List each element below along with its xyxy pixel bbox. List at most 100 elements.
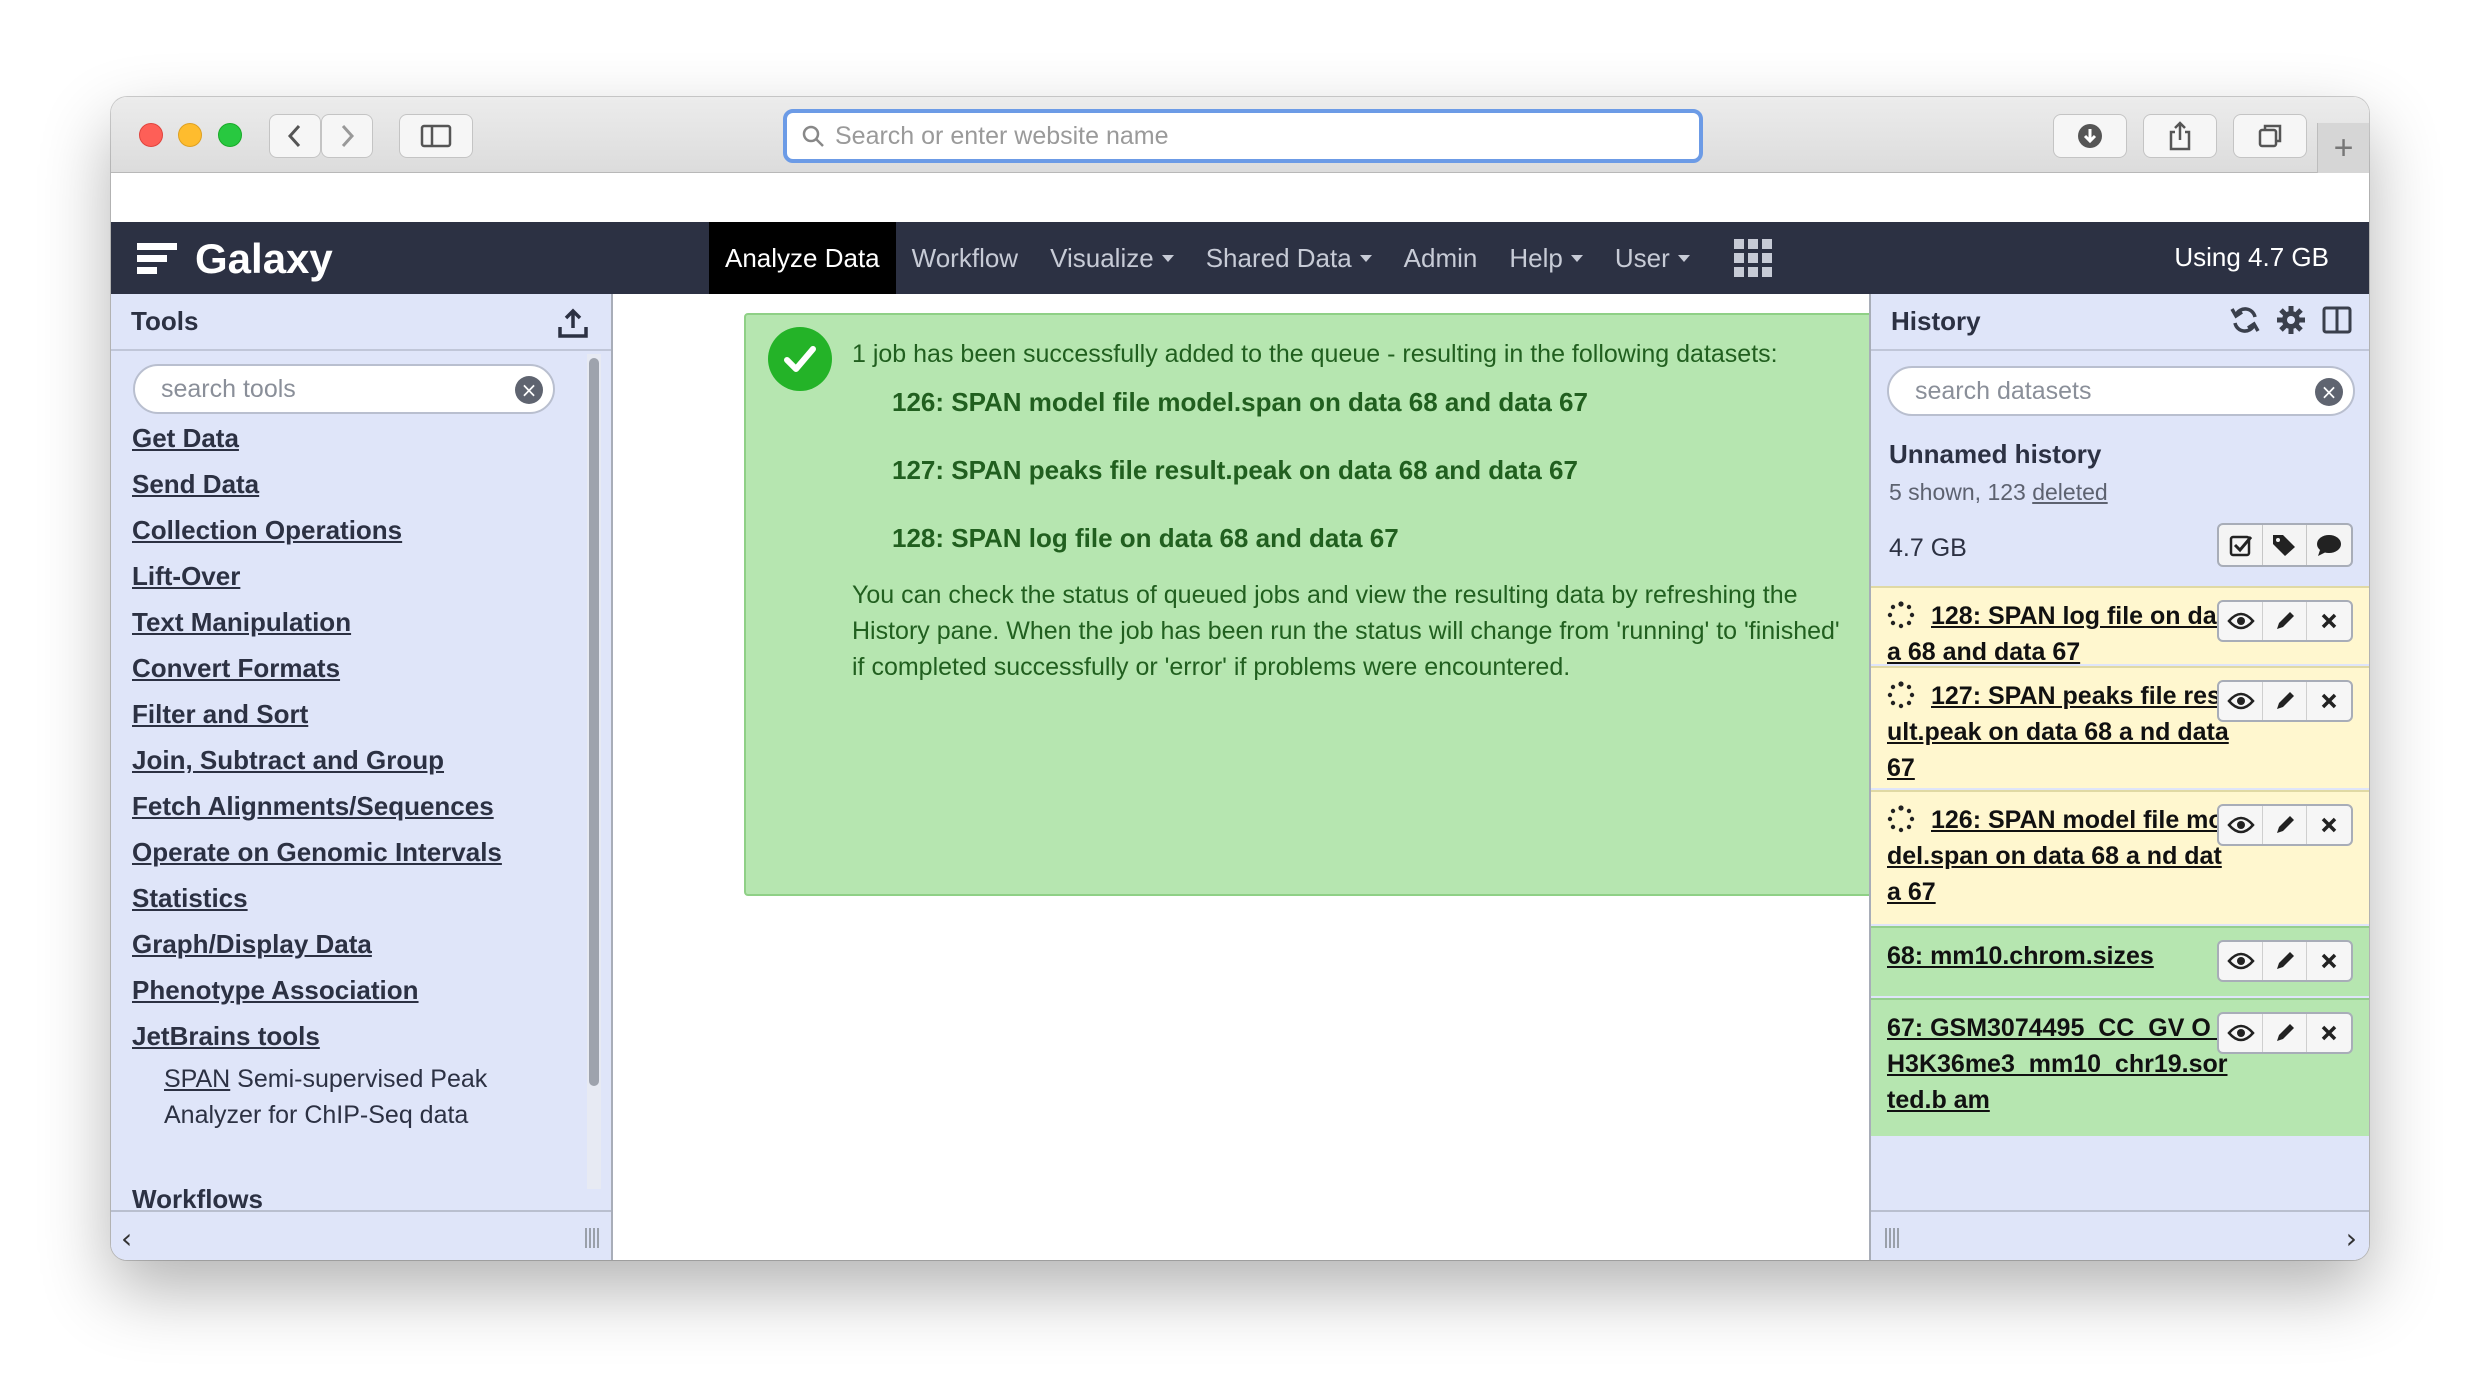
tool-section-join-subtract-group[interactable]: Join, Subtract and Group	[132, 737, 592, 783]
close-icon[interactable]	[2307, 682, 2351, 720]
scrollbar-thumb[interactable]	[589, 358, 599, 1086]
nav-visualize[interactable]: Visualize	[1034, 222, 1190, 294]
history-actions	[2217, 523, 2353, 567]
tags-button[interactable]	[2263, 525, 2307, 565]
tool-section-fetch-alignments[interactable]: Fetch Alignments/Sequences	[132, 783, 592, 829]
success-message: 1 job has been successfully added to the…	[744, 313, 1957, 896]
eye-icon[interactable]	[2219, 806, 2263, 844]
show-tabs-button[interactable]	[2233, 114, 2307, 158]
status-note-line: You can check the status of queued jobs …	[852, 581, 1798, 609]
dataset-title-text[interactable]: 128: SPAN log file on data 68 and data 6…	[1887, 602, 2225, 666]
close-icon[interactable]	[2307, 942, 2351, 980]
history-name[interactable]: Unnamed history	[1889, 439, 2101, 470]
new-tab-button[interactable]: +	[2317, 123, 2369, 173]
tool-section-graph-display[interactable]: Graph/Display Data	[132, 921, 592, 967]
nav-workflow[interactable]: Workflow	[896, 222, 1034, 294]
dataset-title[interactable]: 127: SPAN peaks file result.peak on data…	[1887, 678, 2229, 786]
history-dataset[interactable]: 126: SPAN model file model.span on data …	[1871, 790, 2369, 924]
tool-section-convert-formats[interactable]: Convert Formats	[132, 645, 592, 691]
pencil-icon[interactable]	[2263, 806, 2307, 844]
drag-handle-icon[interactable]	[585, 1228, 599, 1248]
tool-section-lift-over[interactable]: Lift-Over	[132, 553, 592, 599]
spinner-icon	[1887, 805, 1915, 833]
brand-title: Galaxy	[195, 235, 333, 282]
upload-button[interactable]	[553, 304, 593, 342]
history-panel-footer: ›	[1871, 1210, 2369, 1260]
forward-button[interactable]	[321, 114, 373, 158]
nav-shared-data[interactable]: Shared Data	[1190, 222, 1388, 294]
url-input[interactable]	[835, 121, 1695, 151]
brand[interactable]: Galaxy	[135, 235, 333, 283]
nav-label: Visualize	[1050, 242, 1154, 273]
zoom-window-button[interactable]	[218, 123, 242, 147]
annotation-button[interactable]	[2307, 525, 2351, 565]
nav-scratchbook[interactable]	[1706, 222, 1788, 294]
history-counts-text: 5 shown, 123	[1889, 479, 2033, 505]
collapse-right-icon[interactable]: ›	[2346, 1222, 2357, 1255]
nav-label: Admin	[1403, 242, 1478, 273]
dataset-title-text[interactable]: 68: mm10.chrom.sizes	[1887, 942, 2154, 970]
close-icon[interactable]	[2307, 602, 2351, 640]
dataset-title[interactable]: 128: SPAN log file on data 68 and data 6…	[1887, 598, 2229, 670]
tool-section-send-data[interactable]: Send Data	[132, 461, 592, 507]
browser-window: + Galaxy Analyze Data Workflow Visualize…	[111, 97, 2369, 1260]
tool-section-statistics[interactable]: Statistics	[132, 875, 592, 921]
close-icon[interactable]	[2307, 806, 2351, 844]
dataset-title[interactable]: 67: GSM3074495_CC_GV O_H3K36me3_mm10_chr…	[1887, 1010, 2229, 1118]
back-button[interactable]	[269, 114, 321, 158]
history-dataset[interactable]: 68: mm10.chrom.sizes	[1871, 926, 2369, 996]
tool-section-jetbrains[interactable]: JetBrains tools	[132, 1013, 592, 1059]
pencil-icon[interactable]	[2263, 1014, 2307, 1052]
select-items-button[interactable]	[2219, 525, 2263, 565]
galaxy-logo-icon	[137, 243, 177, 274]
dataset-title-text[interactable]: 126: SPAN model file model.span on data …	[1887, 806, 2224, 906]
pencil-icon[interactable]	[2263, 942, 2307, 980]
eye-icon[interactable]	[2219, 602, 2263, 640]
tool-section-text-manipulation[interactable]: Text Manipulation	[132, 599, 592, 645]
dataset-title-text[interactable]: 127: SPAN peaks file result.peak on data…	[1887, 682, 2229, 782]
close-window-button[interactable]	[139, 123, 163, 147]
downloads-button[interactable]	[2053, 114, 2127, 158]
tool-section-genomic-intervals[interactable]: Operate on Genomic Intervals	[132, 829, 592, 875]
grid-icon	[1733, 239, 1772, 277]
deleted-link[interactable]: deleted	[2032, 479, 2107, 505]
pencil-icon[interactable]	[2263, 682, 2307, 720]
dataset-search-input[interactable]	[1915, 376, 2266, 406]
url-bar[interactable]	[783, 109, 1703, 163]
tools-scrollbar[interactable]	[587, 354, 601, 1189]
clear-search-icon[interactable]: ×	[2315, 378, 2343, 406]
refresh-icon[interactable]	[2229, 304, 2261, 336]
tool-item-span[interactable]: SPAN Semi-supervised Peak Analyzer for C…	[164, 1061, 592, 1133]
dataset-title[interactable]: 126: SPAN model file model.span on data …	[1887, 802, 2229, 910]
eye-icon[interactable]	[2219, 1014, 2263, 1052]
nav-analyze-data[interactable]: Analyze Data	[709, 222, 896, 294]
history-dataset[interactable]: 127: SPAN peaks file result.peak on data…	[1871, 666, 2369, 788]
history-dataset[interactable]: 67: GSM3074495_CC_GV O_H3K36me3_mm10_chr…	[1871, 998, 2369, 1136]
tool-search-input[interactable]	[161, 374, 475, 404]
tool-item-span-link[interactable]: SPAN	[164, 1065, 230, 1093]
nav-user[interactable]: User	[1599, 222, 1706, 294]
sidebar-toggle-button[interactable]	[399, 114, 473, 158]
tool-section-phenotype[interactable]: Phenotype Association	[132, 967, 592, 1013]
collapse-left-icon[interactable]: ‹	[121, 1222, 132, 1255]
eye-icon[interactable]	[2219, 942, 2263, 980]
minimize-window-button[interactable]	[178, 123, 202, 147]
tool-section-filter-and-sort[interactable]: Filter and Sort	[132, 691, 592, 737]
tool-section-get-data[interactable]: Get Data	[132, 415, 592, 461]
share-button[interactable]	[2143, 114, 2217, 158]
page-top-strip	[111, 173, 2369, 222]
queued-dataset: 128: SPAN log file on data 68 and data 6…	[892, 523, 1399, 553]
drag-handle-icon[interactable]	[1885, 1228, 1899, 1248]
columns-icon[interactable]	[2321, 304, 2353, 336]
nav-help[interactable]: Help	[1493, 222, 1598, 294]
clear-search-icon[interactable]: ×	[515, 376, 543, 404]
history-dataset[interactable]: 128: SPAN log file on data 68 and data 6…	[1871, 586, 2369, 666]
tool-section-collection-operations[interactable]: Collection Operations	[132, 507, 592, 553]
dataset-title[interactable]: 68: mm10.chrom.sizes	[1887, 938, 2229, 974]
gear-icon[interactable]	[2275, 304, 2307, 336]
dataset-title-text[interactable]: 67: GSM3074495_CC_GV O_H3K36me3_mm10_chr…	[1887, 1014, 2228, 1114]
eye-icon[interactable]	[2219, 682, 2263, 720]
nav-admin[interactable]: Admin	[1388, 222, 1494, 294]
pencil-icon[interactable]	[2263, 602, 2307, 640]
close-icon[interactable]	[2307, 1014, 2351, 1052]
